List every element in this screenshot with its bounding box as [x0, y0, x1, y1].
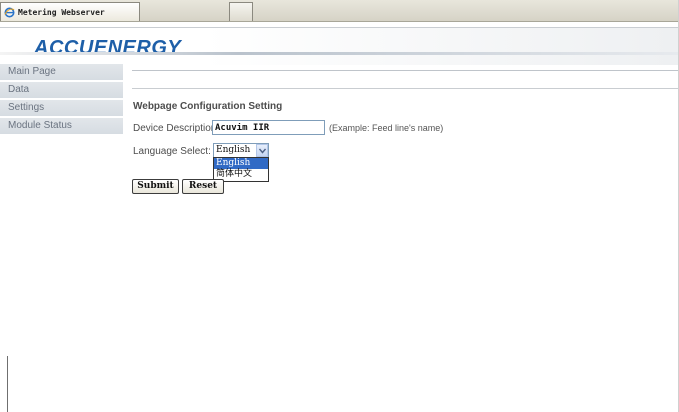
sidebar-item-module-status[interactable]: Module Status	[0, 118, 123, 135]
chevron-down-icon[interactable]	[256, 144, 268, 157]
browser-tab-label: Metering Webserver	[18, 7, 105, 17]
submit-button[interactable]: Submit	[132, 179, 179, 194]
reset-button[interactable]: Reset	[182, 179, 224, 194]
language-select[interactable]: English	[213, 143, 269, 158]
section-title: Webpage Configuration Setting	[133, 101, 283, 112]
title-divider	[132, 88, 679, 89]
sidebar-nav: Main Page Data Settings Module Status	[0, 64, 123, 356]
browser-new-tab[interactable]	[229, 2, 253, 21]
device-description-input[interactable]	[212, 120, 325, 135]
header-divider	[0, 52, 679, 55]
ie-browser-icon	[4, 7, 15, 18]
top-divider	[132, 70, 679, 71]
page-header: ACCUENERGY	[0, 27, 679, 65]
main-content: Webpage Configuration Setting Device Des…	[123, 64, 679, 412]
device-description-hint: (Example: Feed line's name)	[329, 123, 444, 133]
sidebar-item-settings[interactable]: Settings	[0, 100, 123, 117]
browser-tab-metering-webserver[interactable]: Metering Webserver	[0, 2, 140, 21]
language-select-label: Language Select:	[133, 146, 211, 157]
accuenergy-logo: ACCUENERGY	[34, 37, 182, 59]
frame-border-left	[7, 356, 8, 412]
language-selected-value: English	[216, 145, 251, 155]
sidebar-item-data[interactable]: Data	[0, 82, 123, 99]
device-description-label: Device Description:	[133, 123, 220, 134]
browser-tab-bar: Metering Webserver	[0, 0, 679, 22]
sidebar-item-main-page[interactable]: Main Page	[0, 64, 123, 81]
language-option-english[interactable]: English	[214, 158, 268, 169]
